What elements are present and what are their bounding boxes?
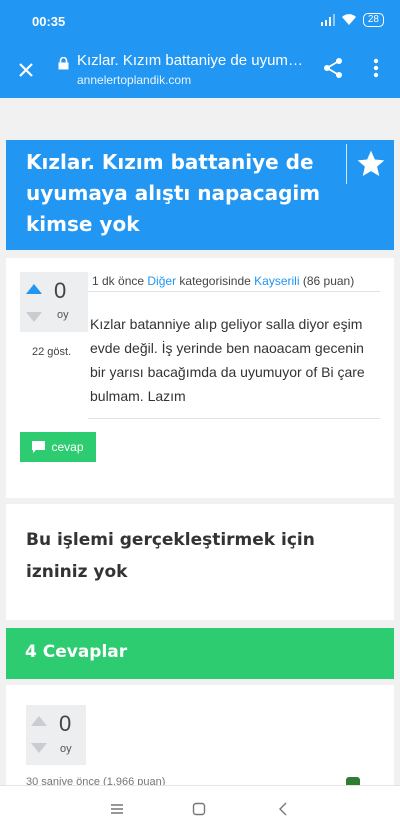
answers-header: 4 Cevaplar (6, 628, 394, 679)
lock-icon (58, 57, 69, 70)
vote-count: 0 (54, 278, 67, 303)
wifi-icon (341, 14, 356, 25)
arrow-down-icon[interactable] (26, 312, 42, 322)
answer-vote-box: 0 oy (26, 705, 86, 765)
permission-message: Bu işlemi gerçekleştirmek için izniniz y… (26, 530, 315, 582)
status-time: 00:35 (32, 14, 66, 29)
answer-meta: 30 saniye önce (1.966 puan) (26, 776, 166, 785)
arrow-up-icon[interactable] (31, 716, 47, 726)
answers-count-title: 4 Cevaplar (25, 642, 128, 662)
back-button[interactable] (272, 798, 294, 820)
view-count: 22 göst. (32, 346, 72, 358)
home-button[interactable] (188, 798, 210, 820)
signal-icon (320, 14, 335, 26)
share-button[interactable] (322, 57, 346, 81)
vote-label: oy (57, 309, 69, 321)
question-card: 0 oy 22 göst. 1 dk önce Diğer kategorisi… (6, 258, 394, 498)
share-icon (324, 58, 342, 78)
star-icon (357, 150, 385, 176)
question-meta: 1 dk önce Diğer kategorisinde Kayserili … (92, 274, 354, 288)
close-icon (19, 63, 33, 77)
divider (88, 291, 380, 292)
answer-vote-count: 0 (59, 711, 72, 736)
comment-icon (32, 441, 46, 453)
back-icon (279, 802, 287, 816)
browser-app-bar: Kızlar. Kızım battaniye de uyumaya alışt… (0, 42, 400, 98)
meta-time: 1 dk önce (92, 274, 145, 288)
user-link[interactable]: Kayserili (254, 274, 299, 288)
meta-category-suffix: kategorisinde (179, 274, 251, 288)
question-title-card: Kızlar. Kızım battaniye de uyumaya alışt… (6, 140, 394, 250)
menu-icon (111, 804, 123, 814)
more-options-button[interactable] (366, 57, 386, 81)
answer-card: 0 oy 30 saniye önce (1.966 puan) (6, 685, 394, 785)
page-domain: annelertoplandik.com (77, 73, 192, 87)
system-navigation-bar (0, 785, 400, 832)
answer-vote-label: oy (60, 743, 72, 755)
vote-box: 0 oy (20, 272, 88, 332)
favorite-button[interactable] (346, 144, 395, 184)
status-icons: 28 (320, 13, 384, 27)
answer-button-label: cevap (51, 440, 84, 454)
user-points: (86 puan) (302, 274, 355, 288)
more-vert-icon (373, 58, 379, 78)
page-title: Kızlar. Kızım battaniye de uyumaya alışt… (77, 52, 305, 69)
arrow-up-icon[interactable] (26, 284, 42, 294)
recent-apps-button[interactable] (106, 798, 128, 820)
status-bar: 00:35 28 (0, 0, 400, 42)
avatar (346, 777, 360, 785)
question-title: Kızlar. Kızım battaniye de uyumaya alışt… (26, 150, 321, 236)
category-link[interactable]: Diğer (147, 274, 176, 288)
battery-indicator: 28 (362, 13, 384, 27)
question-body: Kızlar batanniye alıp geliyor salla diyo… (90, 316, 365, 404)
arrow-down-icon[interactable] (31, 743, 47, 753)
divider (88, 418, 380, 419)
answer-button[interactable]: cevap (20, 432, 96, 462)
close-button[interactable] (14, 58, 38, 82)
home-icon (192, 802, 206, 816)
permission-notice: Bu işlemi gerçekleştirmek için izniniz y… (6, 504, 394, 620)
